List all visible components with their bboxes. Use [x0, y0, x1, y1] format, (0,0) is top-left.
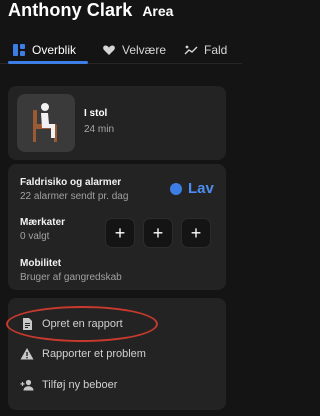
add-tag-button[interactable]: +	[105, 218, 135, 248]
report-problem-button[interactable]: Rapporter et problem	[20, 344, 146, 364]
activity-thumbnail	[17, 94, 75, 152]
status-card: Faldrisiko og alarmer 22 alarmer sendt p…	[8, 164, 226, 290]
tab-bar: Overblik Velvære Fald	[0, 36, 242, 64]
area-label[interactable]: Area	[142, 3, 173, 19]
resident-overview-page: Anthony Clark Area Overblik Velvære Fald…	[0, 0, 242, 416]
tags-subtitle: 0 valgt	[20, 231, 50, 242]
mobility-title: Mobilitet	[20, 258, 62, 269]
warning-icon	[20, 347, 34, 361]
add-resident-label: Tilføj ny beboer	[42, 379, 118, 391]
create-report-button[interactable]: Opret en rapport	[20, 314, 123, 334]
add-tag-button[interactable]: +	[181, 218, 211, 248]
heart-icon	[102, 43, 116, 57]
risk-level-dot	[170, 182, 182, 195]
tab-fall-label: Fald	[204, 42, 228, 57]
activity-title: I stol	[84, 108, 108, 119]
fall-risk-subtitle: 22 alarmer sendt pr. dag	[20, 191, 129, 202]
tab-overview-label: Overblik	[32, 42, 77, 57]
fall-risk-level[interactable]: Lav	[170, 180, 214, 197]
actions-card: Opret en rapport Rapporter et problem Ti…	[8, 298, 226, 410]
resident-name: Anthony Clark	[8, 0, 133, 20]
activity-card[interactable]: I stol 24 min	[8, 86, 226, 160]
fall-icon	[184, 43, 198, 57]
person-sitting-in-chair-icon	[33, 103, 57, 142]
tab-wellbeing[interactable]: Velvære	[102, 36, 166, 63]
risk-level-text: Lav	[188, 180, 214, 197]
report-problem-label: Rapporter et problem	[42, 348, 146, 360]
tab-overview[interactable]: Overblik	[12, 36, 76, 63]
add-resident-button[interactable]: Tilføj ny beboer	[20, 375, 117, 395]
active-tab-indicator	[8, 61, 88, 64]
add-user-icon	[20, 378, 34, 392]
mobility-subtitle: Bruger af gangredskab	[20, 272, 122, 283]
tags-title: Mærkater	[20, 217, 66, 228]
grid-icon	[12, 43, 26, 57]
tab-wellbeing-label: Velvære	[122, 42, 167, 57]
create-report-label: Opret en rapport	[42, 318, 123, 330]
activity-duration: 24 min	[84, 124, 115, 135]
add-tag-button[interactable]: +	[143, 218, 173, 248]
page-header: Anthony Clark Area	[8, 0, 173, 22]
fall-risk-title: Faldrisiko og alarmer	[20, 177, 122, 188]
tab-fall[interactable]: Fald	[184, 36, 227, 63]
document-icon	[20, 317, 34, 331]
